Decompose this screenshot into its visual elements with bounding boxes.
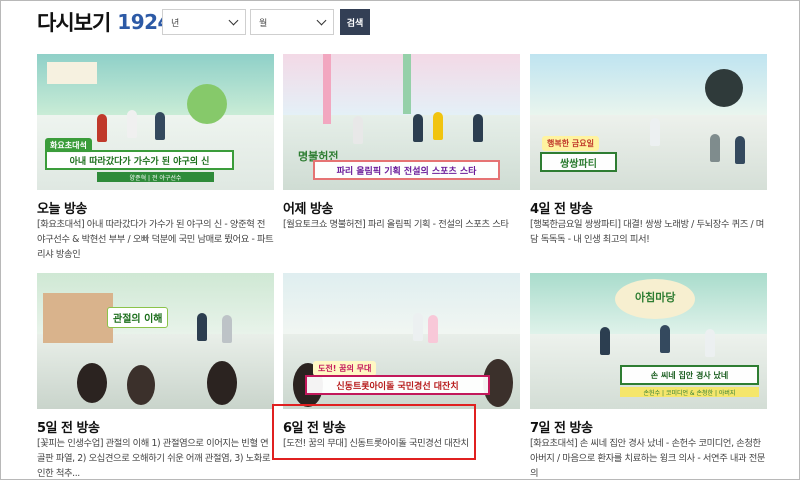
- month-select[interactable]: 월: [250, 9, 334, 35]
- thumb-caption: 행복한 금요일: [542, 136, 599, 151]
- thumb-audience: [127, 365, 155, 405]
- thumb-person: [710, 134, 720, 162]
- thumb-pillar: [403, 54, 411, 114]
- page-title: 다시보기: [37, 11, 111, 35]
- page-header: 다시보기 1924: [37, 8, 171, 36]
- episode-description[interactable]: [월요토크쇼 명불허전] 파리 올림픽 기획 - 전설의 스포츠 스타: [283, 217, 520, 232]
- episode-thumbnail[interactable]: 관절의 이해: [37, 273, 274, 409]
- chevron-down-icon: [316, 15, 327, 25]
- chevron-down-icon: [228, 15, 239, 25]
- thumb-person: [660, 325, 670, 353]
- episode-thumbnail[interactable]: 화요초대석 아내 따라갔다가 가수가 된 야구의 신 양준혁 | 전 야구선수: [37, 54, 274, 190]
- thumb-person: [473, 114, 483, 142]
- thumb-banner: 파리 올림픽 기획 전설의 스포츠 스타: [313, 160, 500, 180]
- thumb-person: [413, 114, 423, 142]
- month-select-value: 월: [259, 18, 268, 29]
- thumb-background: [283, 54, 520, 116]
- thumb-subtitle: 손헌수 | 코미디언 & 손청한 | 아버지: [620, 387, 759, 397]
- episode-card[interactable]: 명불허전 파리 올림픽 기획 전설의 스포츠 스타 어제 방송 [월요토크쇼 명…: [283, 54, 520, 232]
- episode-description[interactable]: [행복한금요일 쌍쌍파티] 대결! 쌍쌍 노래방 / 두뇌장수 퀴즈 / 며담 …: [530, 217, 767, 247]
- episode-card[interactable]: 아침마당 손 씨네 집안 경사 났네 손헌수 | 코미디언 & 손청한 | 아버…: [530, 273, 767, 480]
- episode-card[interactable]: 관절의 이해 5일 전 방송 [꽃피는 인생수업] 관절의 이해 1) 관절염으…: [37, 273, 274, 480]
- thumb-decor: [705, 69, 743, 107]
- thumb-person: [155, 112, 165, 140]
- selection-highlight-box: [272, 404, 476, 460]
- thumb-shelf: [43, 293, 113, 343]
- thumb-sign: [47, 62, 97, 84]
- thumb-person: [428, 315, 438, 343]
- episode-thumbnail[interactable]: 아침마당 손 씨네 집안 경사 났네 손헌수 | 코미디언 & 손청한 | 아버…: [530, 273, 767, 409]
- episode-thumbnail[interactable]: 명불허전 파리 올림픽 기획 전설의 스포츠 스타: [283, 54, 520, 190]
- thumb-person: [650, 118, 660, 146]
- episode-card[interactable]: 화요초대석 아내 따라갔다가 가수가 된 야구의 신 양준혁 | 전 야구선수 …: [37, 54, 274, 262]
- thumb-banner: 쌍쌍파티: [540, 152, 617, 172]
- episode-thumbnail[interactable]: 행복한 금요일 쌍쌍파티: [530, 54, 767, 190]
- thumb-person: [705, 329, 715, 357]
- thumb-floor: [37, 334, 274, 409]
- thumb-caption: 도전! 꿈의 무대: [313, 361, 377, 376]
- thumb-decor: [187, 84, 227, 124]
- thumb-banner: 신동트롯아이돌 국민경선 대잔치: [305, 375, 490, 395]
- thumb-person: [197, 313, 207, 341]
- thumb-person: [127, 110, 137, 138]
- thumb-caption: 관절의 이해: [107, 307, 169, 328]
- episode-title[interactable]: 오늘 방송: [37, 198, 274, 217]
- year-select-value: 년: [171, 18, 180, 29]
- thumb-person: [353, 116, 363, 144]
- episode-title[interactable]: 어제 방송: [283, 198, 520, 217]
- thumb-pillar: [323, 54, 331, 124]
- thumb-subtitle: 양준혁 | 전 야구선수: [97, 172, 214, 182]
- thumb-person: [735, 136, 745, 164]
- episode-description[interactable]: [꽃피는 인생수업] 관절의 이해 1) 관절염으로 이어지는 빈혈 연골판 파…: [37, 436, 274, 480]
- episode-card[interactable]: 행복한 금요일 쌍쌍파티 4일 전 방송 [행복한금요일 쌍쌍파티] 대결! 쌍…: [530, 54, 767, 247]
- episode-description[interactable]: [화요초대석] 아내 따라갔다가 가수가 된 야구의 신 - 양준혁 전 야구선…: [37, 217, 274, 262]
- thumb-person: [413, 313, 423, 341]
- thumb-person: [222, 315, 232, 343]
- episode-description[interactable]: [화요초대석] 손 씨네 집안 경사 났네 - 손헌수 코미디언, 손청한 아버…: [530, 436, 767, 480]
- thumb-person: [97, 114, 107, 142]
- episode-title[interactable]: 4일 전 방송: [530, 198, 767, 217]
- episode-thumbnail[interactable]: 도전! 꿈의 무대 신동트롯아이돌 국민경선 대잔치: [283, 273, 520, 409]
- thumb-caption: 아침마당: [635, 291, 676, 304]
- search-button[interactable]: 검색: [340, 9, 370, 35]
- thumb-audience: [77, 363, 107, 403]
- thumb-person: [433, 112, 443, 140]
- thumb-banner: 손 씨네 집안 경사 났네: [620, 365, 759, 385]
- thumb-person: [600, 327, 610, 355]
- thumb-audience: [207, 361, 237, 405]
- episode-title[interactable]: 7일 전 방송: [530, 417, 767, 436]
- thumb-banner: 아내 따라갔다가 가수가 된 야구의 신: [45, 150, 234, 170]
- year-select[interactable]: 년: [162, 9, 246, 35]
- thumb-background: [283, 273, 520, 335]
- episode-title[interactable]: 5일 전 방송: [37, 417, 274, 436]
